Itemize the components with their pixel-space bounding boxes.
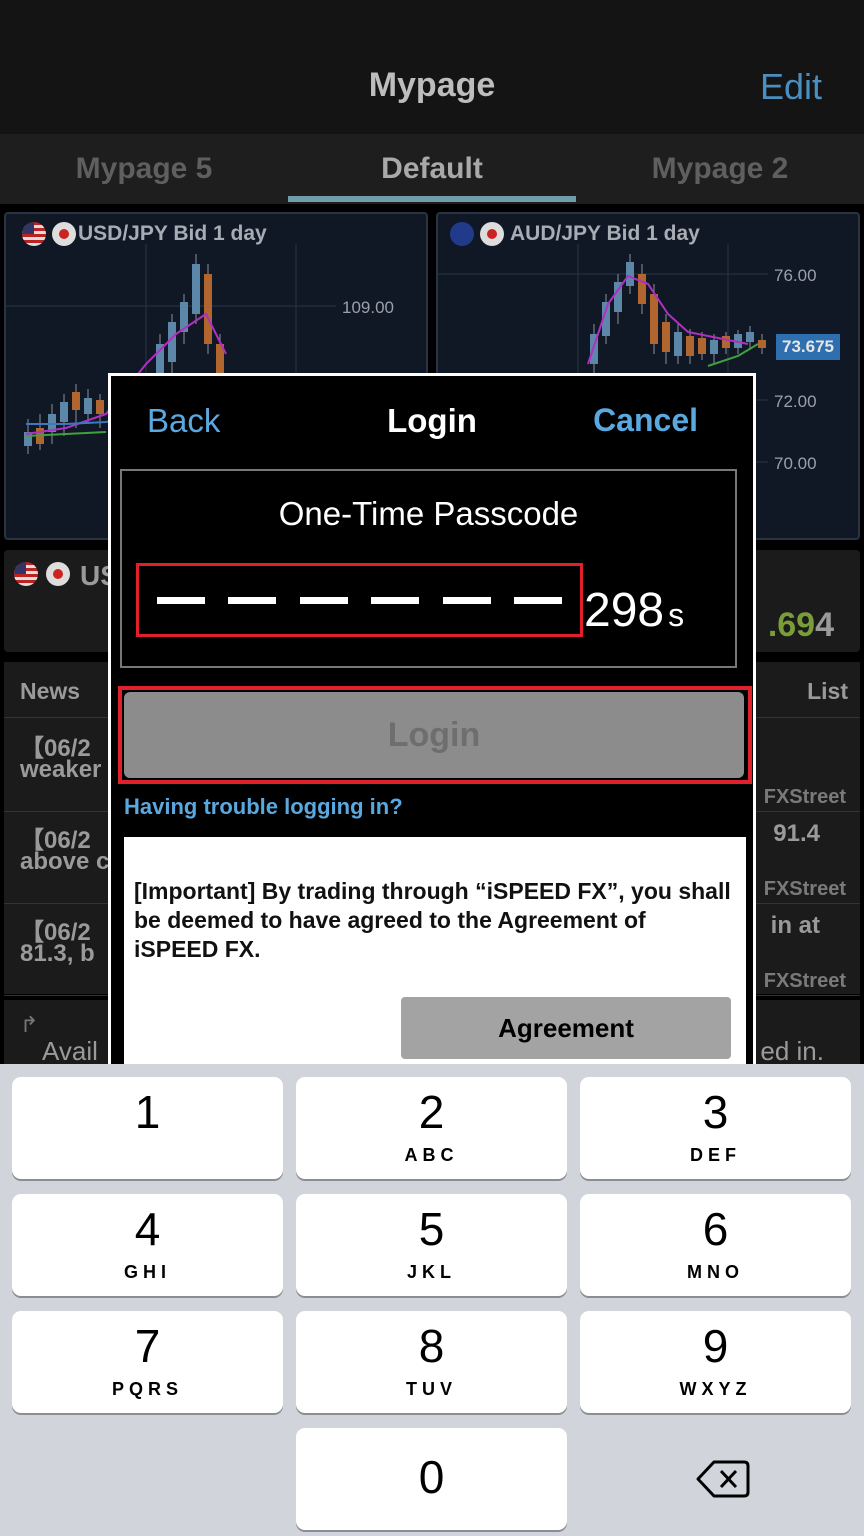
key-2[interactable]: 2 ABC — [296, 1077, 567, 1179]
news-text: weaker — [20, 756, 102, 783]
page-title: Mypage — [368, 66, 496, 104]
availability-text-right: ed in. — [760, 1036, 824, 1064]
edit-button[interactable]: Edit — [760, 66, 822, 108]
key-digit: 7 — [134, 1320, 161, 1372]
agreement-notice: [Important] By trading through “iSPEED F… — [124, 837, 746, 1064]
active-tab-indicator — [288, 196, 576, 202]
passcode-digit-placeholder — [514, 596, 563, 604]
rate-value-main: .69 — [767, 606, 816, 644]
key-0[interactable]: 0 — [296, 1428, 567, 1530]
passcode-digit-placeholder — [156, 596, 205, 604]
availability-text: Avail — [42, 1036, 98, 1064]
passcode-digit-placeholder — [228, 596, 277, 604]
key-9[interactable]: 9 WXYZ — [580, 1311, 851, 1413]
tab-mypage-5[interactable]: Mypage 5 — [0, 152, 288, 186]
news-text-right: in at — [770, 912, 820, 939]
tab-mypage-2[interactable]: Mypage 2 — [576, 152, 864, 186]
timer-unit: s — [668, 597, 685, 633]
app-header: Mypage Edit — [0, 0, 864, 134]
otp-section: One-Time Passcode 298 s — [120, 469, 737, 668]
key-digit: 0 — [418, 1451, 445, 1503]
jp-flag-icon — [46, 562, 70, 586]
news-text-right: 91.4 — [773, 820, 820, 847]
delete-key[interactable] — [580, 1428, 851, 1530]
key-letters: GHI — [123, 1262, 171, 1282]
trouble-logging-in-link[interactable]: Having trouble logging in? — [124, 794, 403, 820]
key-digit: 4 — [134, 1203, 161, 1255]
otp-title: One-Time Passcode — [278, 495, 579, 532]
login-button[interactable]: Login — [124, 692, 744, 778]
passcode-digit-placeholder — [371, 596, 420, 604]
passcode-digit-placeholder — [299, 596, 348, 604]
key-7[interactable]: 7 PQRS — [12, 1311, 283, 1413]
passcode-digit-placeholder — [442, 596, 491, 604]
news-source: FXStreet — [763, 786, 846, 808]
key-8[interactable]: 8 TUV — [296, 1311, 567, 1413]
key-digit: 6 — [702, 1203, 729, 1255]
news-source: FXStreet — [763, 970, 846, 992]
tab-default[interactable]: Default — [288, 152, 576, 186]
key-letters: TUV — [406, 1379, 457, 1399]
axis-label: 109.00 — [342, 298, 394, 317]
key-digit: 2 — [418, 1086, 445, 1138]
rate-value-last: 4 — [815, 606, 834, 644]
tab-bar: Mypage 5 Default Mypage 2 — [0, 134, 864, 204]
news-text: 81.3, b — [20, 940, 95, 967]
share-arrow-icon: ↱ — [20, 1012, 39, 1037]
notice-text: [Important] By trading through “iSPEED F… — [134, 878, 731, 962]
key-5[interactable]: 5 JKL — [296, 1194, 567, 1296]
key-6[interactable]: 6 MNO — [580, 1194, 851, 1296]
key-digit: 1 — [134, 1086, 161, 1138]
news-text: above c — [20, 848, 110, 875]
us-flag-icon — [14, 562, 38, 586]
key-letters: MNO — [687, 1262, 744, 1282]
numeric-keypad: 1 2 ABC 3 DEF 4 GHI 5 JKL 6 MNO 7 PQRS 8 TUV 9 W… — [0, 1064, 864, 1536]
key-digit: 8 — [418, 1320, 445, 1372]
rate-value: .694 — [768, 606, 834, 645]
key-letters: PQRS — [111, 1379, 183, 1399]
key-letters: ABC — [404, 1145, 459, 1165]
key-1[interactable]: 1 — [12, 1077, 283, 1179]
news-source: FXStreet — [763, 878, 846, 900]
key-digit: 9 — [702, 1320, 729, 1372]
cancel-button[interactable]: Cancel — [593, 402, 698, 439]
countdown-timer: 298 s — [584, 583, 684, 638]
key-letters: WXYZ — [679, 1379, 752, 1399]
agreement-button[interactable]: Agreement — [401, 997, 731, 1059]
key-letters: JKL — [406, 1262, 456, 1282]
price-tag: 73.675 — [776, 334, 840, 360]
key-4[interactable]: 4 GHI — [12, 1194, 283, 1296]
key-digit: 5 — [418, 1203, 445, 1255]
key-3[interactable]: 3 DEF — [580, 1077, 851, 1179]
key-digit: 3 — [702, 1086, 729, 1138]
axis-label: 72.00 — [774, 392, 817, 411]
timer-value: 298 — [584, 584, 665, 637]
backspace-icon — [696, 1460, 750, 1498]
passcode-input[interactable] — [136, 563, 583, 637]
key-letters: DEF — [690, 1145, 741, 1165]
news-label: News — [20, 678, 81, 704]
axis-label: 76.00 — [774, 266, 817, 285]
axis-label: 70.00 — [774, 454, 817, 473]
news-list-button[interactable]: List — [807, 678, 848, 705]
login-modal: Back Login Cancel One-Time Passcode 298 s… — [108, 373, 756, 1064]
